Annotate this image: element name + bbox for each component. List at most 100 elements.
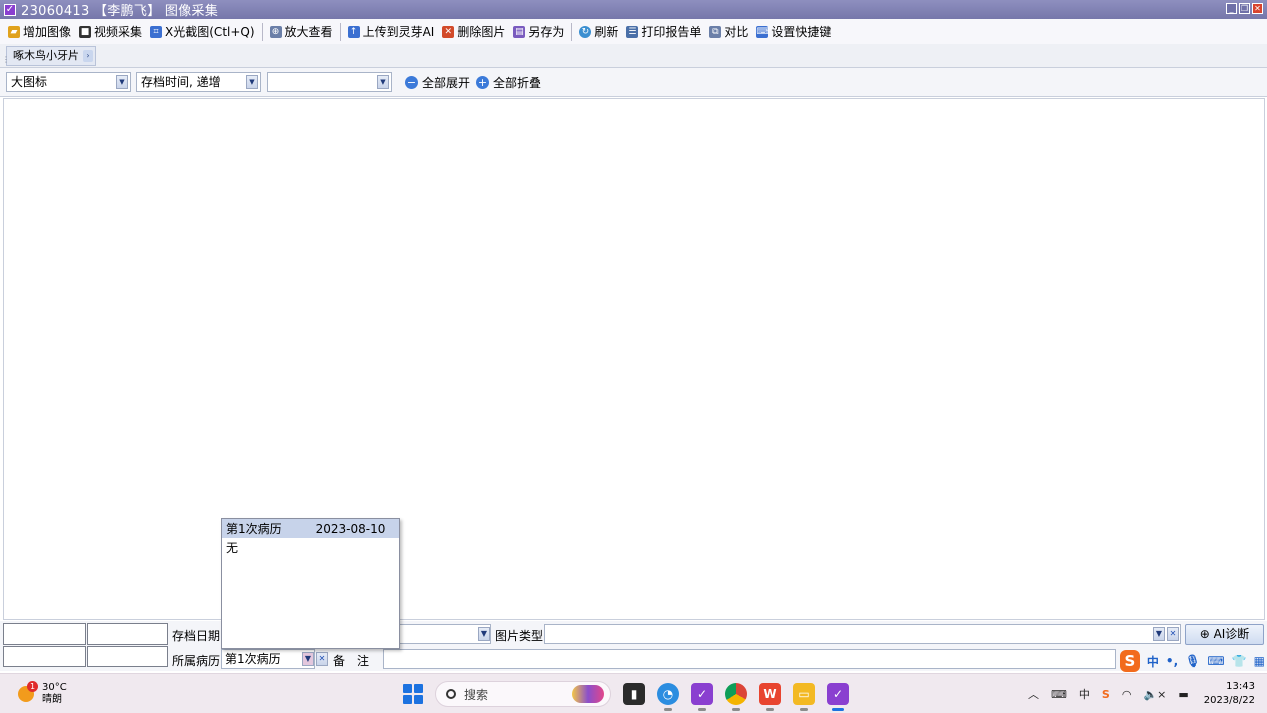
close-icon[interactable]: ✕ [1252, 3, 1263, 14]
toolbar-divider [571, 22, 573, 41]
print-report-icon: ☰ [626, 25, 639, 38]
compare-button[interactable]: ⧉ 对比 [705, 21, 752, 43]
refresh-label: 刷新 [594, 25, 619, 39]
notification-badge: 1 [27, 681, 38, 692]
option-date: 2023-08-10 [315, 521, 386, 536]
add-image-label: 增加图像 [23, 25, 72, 39]
checkmark-app-icon[interactable]: ✓ [691, 683, 713, 711]
chevron-right-icon[interactable]: › [83, 50, 93, 62]
upload-ai-label: 上传到灵芽AI [362, 25, 435, 39]
note-label: 备 注 [333, 654, 370, 668]
image-capture-app-icon[interactable]: ✓ [827, 683, 849, 711]
add-image-button[interactable]: ▰ 增加图像 [4, 21, 75, 43]
save-as-icon: ▤ [513, 25, 526, 38]
chat-app-icon[interactable]: ◔ [657, 683, 679, 711]
thumbnail-cell[interactable] [3, 623, 86, 645]
clear-icon[interactable]: ✕ [1167, 627, 1179, 641]
record-label: 所属病历 [172, 654, 221, 668]
taskbar-apps: 搜索 ▮ ◔ ✓ W ▭ ✓ [403, 681, 849, 711]
keyboard-icon[interactable]: ⌨ [1051, 688, 1067, 701]
wps-icon[interactable]: W [759, 683, 781, 711]
sogou-ime-icon[interactable]: S [1120, 650, 1140, 672]
clock-time: 13:43 [1226, 681, 1255, 692]
weather-widget[interactable]: 1 30°C 晴朗 [18, 681, 67, 706]
magnify-icon: ⊕ [269, 25, 282, 38]
file-explorer-icon[interactable]: ▭ [793, 683, 815, 711]
task-view-icon[interactable]: ▮ [623, 683, 645, 705]
save-as-label: 另存为 [528, 25, 565, 39]
view-mode-value: 大图标 [11, 75, 48, 89]
video-capture-label: 视频采集 [94, 25, 143, 39]
taskbar-clock[interactable]: 13:43 2023/8/22 [1204, 680, 1255, 708]
image-type-field[interactable] [544, 624, 1181, 644]
filter-select[interactable]: ▼ [267, 72, 392, 92]
chevron-down-icon[interactable]: ▼ [246, 75, 258, 89]
record-option-none[interactable]: 无 [222, 538, 399, 557]
zoom-view-button[interactable]: ⊕ 放大查看 [266, 21, 337, 43]
video-icon: ■ [79, 25, 92, 38]
xray-capture-label: X光截图(Ctl+Q) [165, 25, 255, 39]
record-dropdown-list: 第1次病历 2023-08-10 无 [221, 518, 400, 649]
chevron-up-icon[interactable]: ︿ [1028, 686, 1039, 702]
clock-date: 2023/8/22 [1203, 695, 1255, 706]
search-highlight-image [572, 685, 604, 703]
weather-desc: 晴朗 [42, 694, 62, 705]
skin-icon[interactable]: 👕 [1232, 654, 1247, 668]
save-as-button[interactable]: ▤ 另存为 [509, 21, 568, 43]
tab-strip: ⋮ 啄木鸟小牙片 › [0, 44, 1267, 68]
battery-icon[interactable]: ▬ [1178, 688, 1188, 701]
record-select[interactable]: 第1次病历 [221, 649, 315, 669]
shortcut-settings-button[interactable]: ⌨ 设置快捷键 [752, 21, 835, 43]
windows-start-icon[interactable] [403, 684, 423, 704]
sogou-tray-icon[interactable]: S [1102, 688, 1110, 701]
grid-menu-icon[interactable]: ▦ [1254, 654, 1265, 668]
minus-circle-icon: − [405, 76, 418, 89]
xray-capture-button[interactable]: ⌗ X光截图(Ctl+Q) [146, 21, 259, 43]
microphone-icon[interactable]: 🎙 [1185, 654, 1200, 668]
expand-all-button[interactable]: − 全部展开 [405, 74, 470, 91]
view-mode-select[interactable]: 大图标 ▼ [6, 72, 131, 92]
delete-image-button[interactable]: ✕ 删除图片 [438, 21, 509, 43]
minimize-icon[interactable]: _ [1226, 3, 1237, 14]
chevron-down-icon[interactable]: ▼ [116, 75, 128, 89]
volume-muted-icon[interactable]: 🔈× [1143, 688, 1166, 701]
toolbar-divider [339, 22, 341, 41]
thumbnail-cell[interactable] [87, 646, 168, 667]
tab-woodpecker-xray[interactable]: ⋮ 啄木鸟小牙片 › [2, 46, 96, 66]
chrome-icon[interactable] [725, 683, 747, 711]
ime-language-toggle[interactable]: 中 [1147, 653, 1159, 670]
chevron-down-icon[interactable]: ▼ [478, 627, 490, 641]
keyboard-icon[interactable]: ⌨ [1207, 654, 1224, 668]
filter-bar: 大图标 ▼ 存档时间, 递增 ▼ ▼ − 全部展开 + 全部折叠 [0, 68, 1267, 97]
image-gallery-area[interactable] [3, 98, 1265, 620]
taskbar-search[interactable]: 搜索 [435, 681, 611, 707]
image-type-label: 图片类型 [495, 629, 544, 643]
compare-label: 对比 [724, 25, 749, 39]
collapse-all-label: 全部折叠 [493, 76, 542, 90]
option-name: 第1次病历 [226, 522, 282, 536]
system-tray: ︿ ⌨ 中 S ◠ 🔈× ▬ [1028, 674, 1189, 713]
ai-diagnose-button[interactable]: ⊕ AI诊断 [1185, 624, 1264, 645]
sort-select[interactable]: 存档时间, 递增 ▼ [136, 72, 261, 92]
input-language-indicator[interactable]: 中 [1079, 686, 1090, 702]
thumbnail-cell[interactable] [3, 646, 86, 667]
compare-icon: ⧉ [709, 25, 722, 38]
upload-ai-button[interactable]: ↑ 上传到灵芽AI [344, 21, 439, 43]
ai-diagnose-label: AI诊断 [1213, 627, 1250, 641]
collapse-all-button[interactable]: + 全部折叠 [476, 74, 541, 91]
record-option-selected[interactable]: 第1次病历 2023-08-10 [222, 519, 399, 538]
restore-icon[interactable]: ❐ [1239, 3, 1250, 14]
chevron-down-icon[interactable]: ▼ [302, 652, 314, 666]
thumbnail-cell[interactable] [87, 623, 168, 645]
video-capture-button[interactable]: ■ 视频采集 [75, 21, 146, 43]
chevron-down-icon[interactable]: ▼ [377, 75, 389, 89]
ime-punctuation-toggle[interactable]: •, [1166, 654, 1178, 668]
print-report-button[interactable]: ☰ 打印报告单 [622, 21, 705, 43]
windows-taskbar: 1 30°C 晴朗 搜索 ▮ ◔ ✓ W ▭ ✓ ︿ ⌨ 中 S ◠ 🔈× ▬ … [0, 673, 1267, 713]
wifi-icon[interactable]: ◠ [1122, 688, 1132, 701]
note-field[interactable] [383, 649, 1116, 669]
refresh-button[interactable]: ↻ 刷新 [575, 21, 622, 43]
chevron-down-icon[interactable]: ▼ [1153, 627, 1165, 641]
plus-circle-icon: + [476, 76, 489, 89]
clear-icon[interactable]: ✕ [316, 652, 328, 666]
